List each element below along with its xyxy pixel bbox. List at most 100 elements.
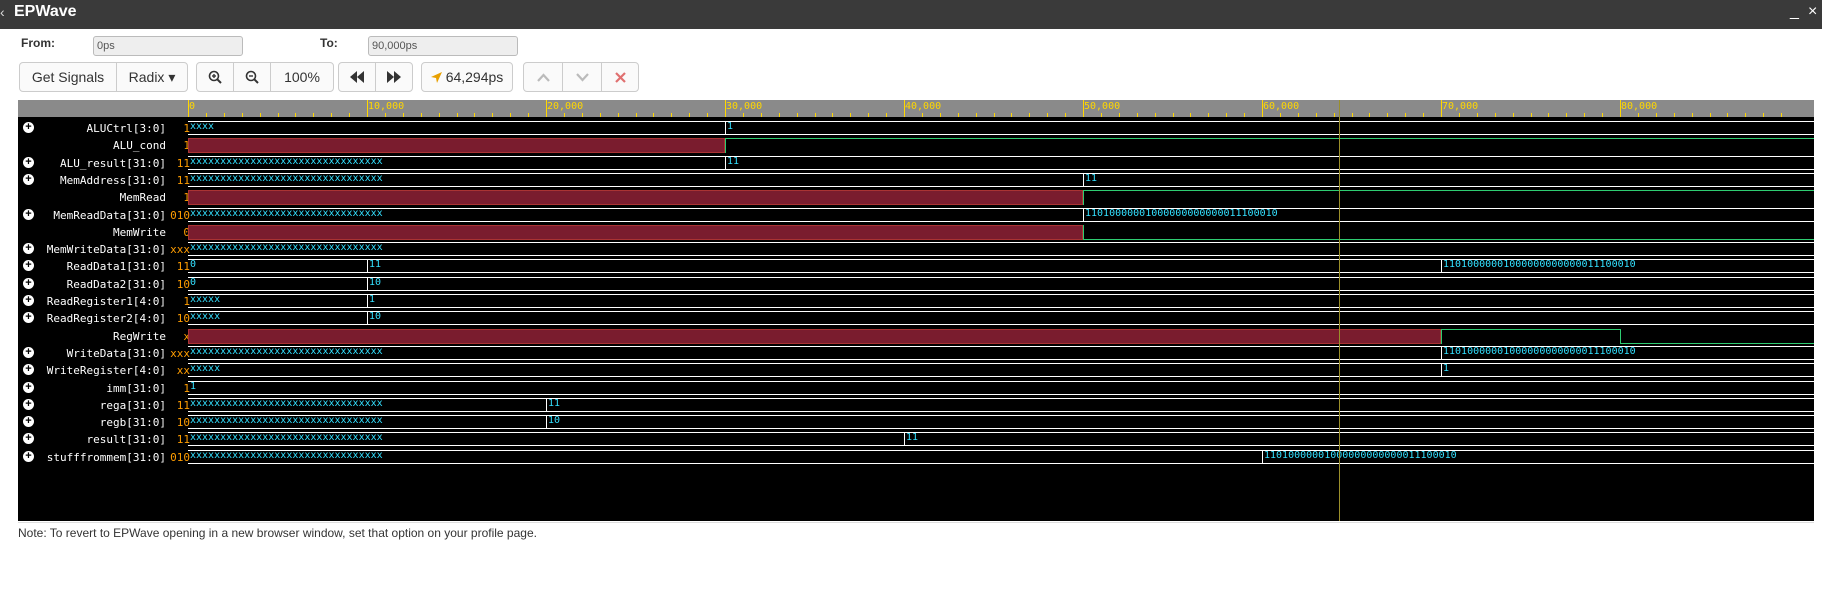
ruler-minor-tick [474, 113, 476, 117]
signal-lane[interactable]: 1 [188, 379, 1814, 397]
signal-lane[interactable]: 0 10 [188, 275, 1814, 293]
expand-icon[interactable]: + [23, 312, 34, 324]
signal-lane[interactable]: xxxxxxxxxxxxxxxxxxxxxxxxxxxxxxxx 11 [188, 171, 1814, 189]
signal-lane[interactable]: xxxx 1 [188, 119, 1814, 137]
signal-lane[interactable]: 0 11 11010000001000000000000011100010 [188, 257, 1814, 275]
expand-icon[interactable]: + [23, 433, 34, 445]
signal-name[interactable]: MemReadData[31:0] [53, 209, 166, 222]
bus-segment [188, 363, 1441, 378]
ruler-minor-tick [1065, 113, 1067, 117]
signal-name[interactable]: MemAddress[31:0] [60, 174, 166, 187]
zoom-in-button[interactable] [196, 62, 234, 92]
time-cursor[interactable] [1338, 100, 1340, 521]
signal-name[interactable]: ReadData1[31:0] [67, 260, 166, 273]
signal-name[interactable]: MemWrite [113, 226, 166, 239]
signal-name[interactable]: RegWrite [113, 330, 166, 343]
from-input[interactable]: 0ps [93, 36, 243, 56]
expand-icon[interactable]: + [23, 295, 34, 306]
signal-name[interactable]: ALU_result[31:0] [60, 157, 166, 170]
signal-lane[interactable]: xxxxxxxxxxxxxxxxxxxxxxxxxxxxxxxx 11010000… [188, 344, 1814, 362]
signal-lane[interactable]: xxxxx 1 [188, 361, 1814, 379]
signal-lane[interactable] [188, 223, 1814, 241]
signal-name[interactable]: ReadData2[31:0] [67, 278, 166, 291]
expand-icon[interactable]: + [23, 173, 34, 185]
signal-name[interactable]: regb[31:0] [100, 416, 166, 429]
signal-lane[interactable]: xxxxxxxxxxxxxxxxxxxxxxxxxxxxxxxx 11010000… [188, 206, 1814, 224]
expand-icon[interactable]: + [23, 277, 34, 289]
signal-lane[interactable] [188, 188, 1814, 206]
expand-icon[interactable]: + [23, 122, 34, 133]
signal-lane[interactable]: xxxxx 10 [188, 309, 1814, 327]
move-down-button[interactable] [562, 62, 602, 92]
ruler-minor-tick [957, 113, 959, 117]
signal-name[interactable]: imm[31:0] [106, 382, 166, 395]
signal-name[interactable]: ALUCtrl[3:0] [87, 122, 166, 135]
signal-lane[interactable]: xxxxxxxxxxxxxxxxxxxxxxxxxxxxxxxx [188, 240, 1814, 258]
expand-icon[interactable]: + [23, 260, 34, 272]
expand-icon[interactable]: + [23, 450, 34, 462]
close-button[interactable]: × [1808, 3, 1817, 21]
expand-icon[interactable]: + [23, 398, 34, 410]
fast-forward-icon [387, 71, 401, 83]
ruler-minor-tick [1226, 113, 1228, 117]
signal-name[interactable]: WriteData[31:0] [67, 347, 166, 360]
radix-dropdown[interactable]: Radix ▾ [116, 62, 188, 92]
signal-lane[interactable]: xxxxxxxxxxxxxxxxxxxxxxxxxxxxxxxx 11 [188, 396, 1814, 414]
zoom-level-button[interactable]: 100% [270, 62, 334, 92]
bus-value-label: 1 [727, 121, 734, 132]
signal-lane[interactable]: xxxxxxxxxxxxxxxxxxxxxxxxxxxxxxxx 11 [188, 154, 1814, 172]
expand-icon[interactable]: + [23, 156, 34, 168]
ruler-minor-tick [1369, 113, 1371, 117]
signal-lane[interactable]: xxxxxxxxxxxxxxxxxxxxxxxxxxxxxxxx 11010000… [188, 448, 1814, 466]
ruler-major-tick [1620, 100, 1621, 117]
signal-lane[interactable] [188, 136, 1814, 154]
signal-name[interactable]: MemRead [120, 191, 166, 204]
ruler-minor-tick [1333, 113, 1335, 117]
signal-name[interactable]: result[31:0] [87, 433, 166, 446]
ruler-minor-tick [778, 113, 780, 117]
ruler-minor-tick [1405, 113, 1407, 117]
delete-icon [614, 71, 626, 83]
signal-name[interactable]: MemWriteData[31:0] [47, 243, 166, 256]
delete-signal-button[interactable] [601, 62, 639, 92]
ruler-minor-tick [1387, 113, 1389, 117]
signal-lane[interactable]: xxxxx 1 [188, 292, 1814, 310]
ruler-tick-label: 0 [189, 101, 196, 112]
bus-value-label: 11 [369, 259, 382, 271]
signal-lane[interactable]: xxxxxxxxxxxxxxxxxxxxxxxxxxxxxxxx 10 [188, 413, 1814, 431]
ruler-minor-tick [921, 113, 923, 117]
time-ruler[interactable]: 0 10,000 20,000 30,000 40,000 50,000 60,000 70,… [188, 100, 1814, 117]
signal-name[interactable]: WriteRegister[4:0] [47, 364, 166, 377]
signal-name[interactable]: stufffrommem[31:0] [47, 451, 166, 464]
chevron-left-icon[interactable]: ‹ [0, 4, 5, 20]
to-input[interactable]: 90,000ps [368, 36, 518, 56]
get-signals-button[interactable]: Get Signals [19, 62, 117, 92]
expand-icon[interactable]: + [23, 364, 34, 376]
signal-name[interactable]: rega[31:0] [100, 399, 166, 412]
signal-name[interactable]: ReadRegister2[4:0] [47, 312, 166, 325]
signal-name[interactable]: ReadRegister1[4:0] [47, 295, 166, 308]
expand-icon[interactable]: + [23, 346, 34, 358]
signal-value: xx [176, 364, 190, 378]
minimize-button[interactable]: _ [1790, 3, 1799, 21]
signal-value: 11 [176, 173, 190, 187]
expand-icon[interactable]: + [23, 243, 34, 255]
expand-icon[interactable]: + [23, 381, 34, 393]
expand-icon[interactable]: + [23, 208, 34, 220]
zoom-out-button[interactable] [233, 62, 271, 92]
signal-lane[interactable] [188, 327, 1814, 345]
ruler-minor-tick [1781, 113, 1783, 117]
bus-segment [367, 311, 1814, 326]
signal-name[interactable]: ALU_cond [113, 139, 166, 152]
move-up-button[interactable] [523, 62, 563, 92]
revert-note: Note: To revert to EPWave opening in a n… [18, 526, 537, 540]
cursor-time-button[interactable]: 64,294ps [421, 62, 513, 92]
prev-transition-button[interactable] [338, 62, 376, 92]
expand-icon[interactable]: + [23, 416, 34, 428]
bus-value-label: xxxxxxxxxxxxxxxxxxxxxxxxxxxxxxxx [190, 432, 383, 444]
signal-lane[interactable]: xxxxxxxxxxxxxxxxxxxxxxxxxxxxxxxx 11 [188, 430, 1814, 448]
next-transition-button[interactable] [375, 62, 413, 92]
ruler-minor-tick [689, 113, 691, 117]
chevron-up-icon [536, 72, 550, 82]
ruler-minor-tick [1458, 113, 1460, 117]
